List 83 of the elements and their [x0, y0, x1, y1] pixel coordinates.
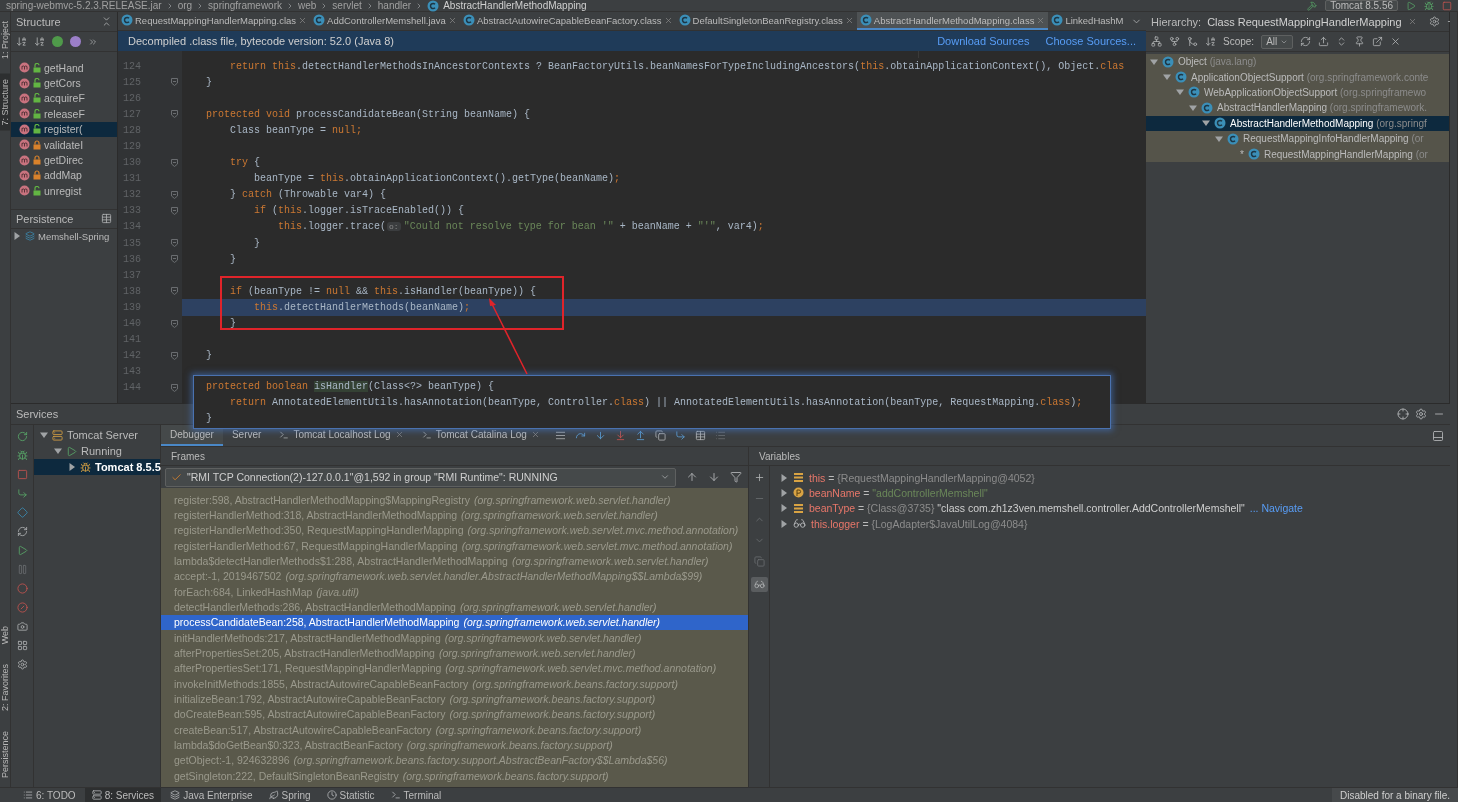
- structure-item[interactable]: unregist: [11, 183, 117, 199]
- code-line: try {: [229, 157, 261, 169]
- editor-tab[interactable]: AbstractAutowireCapableBeanFactory.class: [459, 12, 676, 30]
- hierarchy-item[interactable]: Object (java.lang): [1146, 54, 1449, 70]
- code-line: }: [205, 76, 212, 88]
- structure-item[interactable]: getHand: [11, 60, 117, 76]
- variable-row[interactable]: this = {RequestMappingHandlerMapping@4052}: [770, 470, 1450, 486]
- breadcrumb-item[interactable]: AbstractHandlerMethodMapping: [443, 0, 587, 11]
- editor-tab[interactable]: RequestMappingHandlerMapping.clas: [118, 12, 311, 30]
- persistence-item[interactable]: Memshell-Spring: [11, 228, 117, 244]
- status-tab[interactable]: Statistic: [319, 788, 382, 802]
- tool-window-tab[interactable]: Persistence: [0, 725, 10, 783]
- structure-item[interactable]: getCors: [11, 75, 117, 91]
- breadcrumb-item[interactable]: spring-webmvc-5.2.3.RELEASE.jar: [6, 0, 162, 11]
- code-line: } catch (Throwable var4) {: [229, 189, 387, 201]
- code-line: }: [206, 412, 212, 424]
- panel-title: Hierarchy:: [1151, 15, 1202, 28]
- code-line: protected void processCandidateBean(String beanName) {: [205, 108, 531, 120]
- breadcrumb-item[interactable]: springframework: [208, 0, 282, 11]
- variable-row[interactable]: beanName = "addControllerMemshell": [770, 485, 1450, 501]
- code-line: if (beanType != null && this.isHandler(beanType)) {: [229, 285, 537, 297]
- structure-item[interactable]: validateI: [11, 136, 117, 153]
- notification-link[interactable]: Choose Sources...: [1045, 35, 1136, 47]
- notification-text: Decompiled .class file, bytecode version: 52.0 (Java 8): [128, 35, 394, 47]
- status-tab[interactable]: Spring: [261, 788, 318, 802]
- breadcrumb-item[interactable]: org: [177, 0, 193, 11]
- structure-item[interactable]: releaseF: [11, 106, 117, 122]
- tool-window-tab[interactable]: 1: Project: [0, 16, 10, 65]
- code-line: }: [229, 318, 236, 330]
- code-line: if (this.logger.isTraceEnabled()) {: [253, 205, 465, 217]
- status-tab[interactable]: Terminal: [383, 788, 449, 802]
- variable-row[interactable]: beanType = {Class@3735} "class com.zh1z3ven.memshell.controller.AddControllerMemshell" ... Navigate: [770, 500, 1450, 516]
- code-line: protected boolean isHandler(Class<?> beanType) {: [206, 380, 495, 392]
- code-line: }: [205, 350, 212, 362]
- scope-label: Scope:: [1223, 36, 1255, 47]
- service-item[interactable]: Tomcat 8.5.5: [34, 459, 160, 475]
- panel-title: Structure: [16, 15, 61, 28]
- code-line: this.detectHandlerMethods(beanName);: [253, 301, 471, 313]
- hierarchy-tab[interactable]: Class RequestMappingHandlerMapping: [1207, 15, 1402, 28]
- structure-item[interactable]: acquireF: [11, 90, 117, 107]
- status-tab[interactable]: 8: Services: [84, 788, 162, 802]
- structure-item[interactable]: register(: [11, 121, 117, 137]
- tool-window-tab[interactable]: 7: Structure: [0, 74, 10, 131]
- service-item[interactable]: Tomcat Server: [34, 427, 160, 443]
- debugger-tab[interactable]: Debugger: [161, 425, 223, 446]
- panel-title: Services: [16, 408, 59, 420]
- code-line: beanType = this.obtainApplicationContext().getType(beanName);: [253, 173, 621, 185]
- editor-tab[interactable]: AbstractHandlerMethodMapping.class: [856, 12, 1049, 30]
- notification-link[interactable]: Download Sources: [937, 35, 1030, 47]
- scope-dropdown[interactable]: All: [1261, 34, 1294, 49]
- panel-title: Persistence: [16, 212, 74, 225]
- structure-item[interactable]: getDirec: [11, 152, 117, 168]
- thread-dropdown[interactable]: "RMI TCP Connection(2)-127.0.0.1"@1,592 in group "RMI Runtime": RUNNING: [165, 467, 676, 487]
- editor-tab[interactable]: LinkedHashM: [1048, 12, 1127, 30]
- status-tab[interactable]: 6: TODO: [16, 788, 83, 802]
- tool-window-tab[interactable]: 2: Favorites: [0, 658, 10, 716]
- navigate-link[interactable]: ... Navigate: [1249, 502, 1303, 515]
- tool-window-tab[interactable]: Web: [0, 620, 10, 649]
- code-line: return AnnotatedElementUtils.hasAnnotation(beanType, Controller.class) || AnnotatedElementUtils.hasAnnotation(beanType, RequestMapping.class);: [229, 396, 1083, 408]
- breadcrumb-item[interactable]: handler: [377, 0, 412, 11]
- breadcrumb-item[interactable]: web: [298, 0, 317, 11]
- status-message: Disabled for a binary file.: [1331, 787, 1458, 802]
- hierarchy-item[interactable]: AbstractHandlerMapping (org.springframework.: [1146, 100, 1449, 116]
- stack-frame[interactable]: processCandidateBean:258, AbstractHandlerMethodMapping (org.springframework.web.servlet.handler): [161, 614, 748, 630]
- debugger-tab[interactable]: Server: [222, 425, 271, 446]
- editor-tab[interactable]: DefaultSingletonBeanRegistry.class: [675, 12, 857, 30]
- hierarchy-item[interactable]: * RequestMappingHandlerMapping (or: [1146, 146, 1449, 162]
- section-title: Frames: [161, 447, 748, 466]
- editor-tab[interactable]: AddControllerMemshell.java: [310, 12, 460, 30]
- breadcrumb-item[interactable]: servlet: [332, 0, 362, 11]
- structure-item[interactable]: addMap: [11, 167, 117, 184]
- service-item[interactable]: Running: [34, 443, 160, 459]
- run-config-dropdown[interactable]: Tomcat 8.5.56: [1325, 0, 1398, 11]
- hierarchy-item[interactable]: ApplicationObjectSupport (org.springframework.conte: [1146, 69, 1449, 85]
- code-line: }: [229, 253, 236, 265]
- debugger-tab[interactable]: Tomcat Catalina Log: [412, 425, 549, 446]
- code-line: }: [253, 237, 260, 249]
- status-tab[interactable]: Java Enterprise: [163, 788, 260, 802]
- variable-row[interactable]: this.logger = {LogAdapter$JavaUtilLog@4084}: [770, 515, 1450, 532]
- debugger-tab[interactable]: Tomcat Localhost Log: [270, 425, 413, 446]
- code-line: Class beanType = null;: [229, 124, 363, 136]
- code-line: return this.detectHandlerMethodsInAncestorContexts ? BeanFactoryUtils.beanNamesForTypeIncludingAncestors(this.obtainApplicationContext(), Object.clas: [229, 60, 1125, 72]
- section-title: Variables: [749, 447, 1450, 466]
